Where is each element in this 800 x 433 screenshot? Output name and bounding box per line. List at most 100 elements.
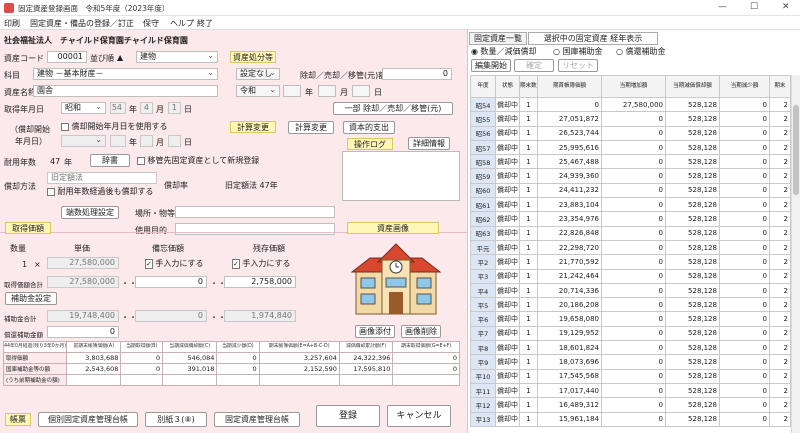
edit-start-button[interactable]: 編集開始 xyxy=(471,59,511,72)
residual-price-field[interactable]: 2,758,000 xyxy=(224,276,296,288)
disposal-era-select[interactable]: 令和 xyxy=(236,85,280,97)
depstart-month-field[interactable] xyxy=(140,135,153,147)
table-row[interactable]: 昭57 償却中 1 25,995,616 0 528,128 0 2 xyxy=(470,139,791,156)
confirm-button[interactable]: 確定 xyxy=(514,59,554,72)
tab-yearly-view[interactable]: 選択中の固定資産 経年表示 xyxy=(528,32,658,45)
capital-expenditure-button[interactable]: 資本的支出 xyxy=(343,121,395,134)
subsidy-residual-field[interactable]: 1,974,840 xyxy=(224,310,296,322)
subsidy-setting-button[interactable]: 補助金設定 xyxy=(5,292,57,305)
table-row[interactable]: 平12 償却中 1 16,489,312 0 528,128 0 2 xyxy=(470,397,791,413)
individual-ledger-button[interactable]: 個別固定資産管理台帳 xyxy=(38,412,138,427)
table-row[interactable]: 平元 償却中 1 22,298,720 0 528,128 0 2 xyxy=(470,239,791,256)
unit-price-field[interactable]: 27,580,000 xyxy=(47,257,119,269)
menu-maintenance[interactable]: 保守 xyxy=(143,18,159,29)
table-cell: 償却中 xyxy=(495,325,520,342)
total-price-field[interactable]: 27,580,000 xyxy=(47,276,119,288)
table-row[interactable]: 昭54 償却中 1 0 27,580,000 528,128 0 2 xyxy=(470,96,791,113)
table-row[interactable]: 平4 償却中 1 20,714,336 0 528,128 0 2 xyxy=(470,282,791,299)
table-row[interactable]: 昭56 償却中 1 26,523,744 0 528,128 0 2 xyxy=(470,125,791,141)
over-life-checkbox[interactable]: 耐用年数経過後も償却する xyxy=(47,186,154,197)
table-row[interactable]: 平3 償却中 1 21,242,464 0 528,128 0 2 xyxy=(470,268,791,284)
table-row[interactable]: 平10 償却中 1 17,545,568 0 528,128 0 2 xyxy=(470,368,791,384)
table-cell: 528,128 xyxy=(665,182,720,199)
radio-reserve[interactable]: ○ 償還補助金 xyxy=(616,46,666,57)
subsidy-total-field[interactable]: 19,748,400 xyxy=(47,310,119,322)
radio-depreciation[interactable]: ◉ 数量／減価償却 xyxy=(471,46,537,57)
detail-info-button[interactable]: 詳細情報 xyxy=(408,137,450,150)
subsidy-memo-field[interactable]: 0 xyxy=(135,310,207,322)
table-cell: 23,883,104 xyxy=(537,197,602,213)
asset-ledger-button[interactable]: 固定資産管理台帳 xyxy=(214,412,300,427)
vertical-scrollbar[interactable] xyxy=(791,75,800,433)
transfer-checkbox[interactable]: 移管先固定資産として新規登録 xyxy=(137,155,259,166)
table-row[interactable]: 平11 償却中 1 17,017,440 0 528,128 0 2 xyxy=(470,382,791,399)
depstart-day-field[interactable] xyxy=(168,135,181,147)
image-delete-button[interactable]: 画像削除 xyxy=(401,325,441,338)
cancel-button[interactable]: キャンセル xyxy=(387,405,451,427)
dictionary-button[interactable]: 辞書 xyxy=(90,154,130,167)
depstart-year-field[interactable] xyxy=(110,135,126,147)
sort-label: 並び順 xyxy=(90,54,114,63)
table-row[interactable]: 昭59 償却中 1 24,939,360 0 528,128 0 2 xyxy=(470,168,791,184)
memo-manual-checkbox[interactable]: ✓ 手入力にする xyxy=(145,258,204,269)
acquire-era-select[interactable]: 昭和 xyxy=(61,102,106,114)
menu-print[interactable]: 印刷 xyxy=(4,18,20,29)
subject-select[interactable]: 建物 －基本財産－ xyxy=(33,68,218,80)
method-field[interactable]: 旧定額法 xyxy=(47,172,157,184)
maximize-button[interactable]: ☐ xyxy=(750,2,758,12)
fraction-setting-button[interactable]: 端数処理設定 xyxy=(61,206,119,219)
reserve-field[interactable]: 0 xyxy=(47,326,119,338)
radio-depreciation-label: 数量／減価償却 xyxy=(480,47,537,56)
category-select[interactable]: 建物 xyxy=(136,51,218,63)
residual-manual-checkbox[interactable]: ✓ 手入力にする xyxy=(232,258,291,269)
disposal-kind-select[interactable]: 設定なし xyxy=(236,68,280,80)
minimize-button[interactable]: — xyxy=(718,2,727,12)
depstart-check-label: 償却開始年月日を使用する xyxy=(71,122,168,131)
acquire-day-field[interactable]: 1 xyxy=(168,102,181,114)
register-button[interactable]: 登録 xyxy=(316,405,380,427)
disposal-day-field[interactable] xyxy=(352,85,370,97)
table-row[interactable]: 昭61 償却中 1 23,883,104 0 528,128 0 2 xyxy=(470,197,791,213)
table-cell: 0 xyxy=(601,325,666,342)
attachment-button[interactable]: 別紙３(⑧) xyxy=(145,412,207,427)
disposal-month-field[interactable] xyxy=(318,85,336,97)
partial-disposal-button[interactable]: 一部 除却／売却／移管(元) xyxy=(333,102,453,115)
reset-button[interactable]: リセット xyxy=(558,59,598,72)
acquire-month-field[interactable]: 4 xyxy=(140,102,153,114)
disposal-amount-field[interactable]: 0 xyxy=(382,68,452,80)
transfer-check-label: 移管先固定資産として新規登録 xyxy=(147,156,260,165)
menu-exit[interactable]: 終了 xyxy=(197,18,213,29)
tab-asset-list[interactable]: 固定資産一覧 xyxy=(469,32,527,45)
acquire-year-field[interactable]: 54 xyxy=(110,102,126,114)
asset-name-field[interactable]: 園舎 xyxy=(33,85,218,97)
memo-price-field[interactable]: 0 xyxy=(135,276,207,288)
menu-help[interactable]: ヘルプ xyxy=(170,18,194,29)
table-cell: 償却中 xyxy=(495,297,520,313)
image-attach-button[interactable]: 画像添付 xyxy=(355,325,395,338)
table-cell: 15,961,184 xyxy=(537,411,602,427)
table-row[interactable]: 平5 償却中 1 20,186,208 0 528,128 0 2 xyxy=(470,297,791,313)
place-field[interactable] xyxy=(175,206,335,218)
depstart-era-select[interactable] xyxy=(61,135,106,147)
table-row[interactable]: 昭62 償却中 1 23,354,976 0 528,128 0 2 xyxy=(470,211,791,227)
table-row[interactable]: 平7 償却中 1 19,129,952 0 528,128 0 2 xyxy=(470,325,791,342)
table-cell: 償却中 xyxy=(495,268,520,284)
table-row[interactable]: 昭58 償却中 1 25,467,488 0 528,128 0 2 xyxy=(470,154,791,170)
disposal-year-field[interactable] xyxy=(283,85,301,97)
purpose-field[interactable] xyxy=(175,223,335,235)
table-row[interactable]: 昭55 償却中 1 27,051,872 0 528,128 0 2 xyxy=(470,111,791,127)
table-row[interactable]: 平13 償却中 1 15,961,184 0 528,128 0 2 xyxy=(470,411,791,427)
table-row[interactable]: 平2 償却中 1 21,770,592 0 528,128 0 2 xyxy=(470,254,791,270)
table-row[interactable]: 平8 償却中 1 18,601,824 0 528,128 0 2 xyxy=(470,340,791,356)
menu-register[interactable]: 固定資産・備品の登録／訂正 xyxy=(30,18,134,29)
scrollbar-thumb[interactable] xyxy=(793,105,799,195)
close-button[interactable]: ✕ xyxy=(782,2,790,12)
table-row[interactable]: 平9 償却中 1 18,073,696 0 528,128 0 2 xyxy=(470,354,791,370)
table-row[interactable]: 昭63 償却中 1 22,826,848 0 528,128 0 2 xyxy=(470,225,791,241)
depstart-checkbox[interactable]: 償却開始年月日を使用する xyxy=(61,121,168,132)
radio-subsidy[interactable]: ○ 国庫補助金 xyxy=(553,46,603,57)
table-row[interactable]: 昭60 償却中 1 24,411,232 0 528,128 0 2 xyxy=(470,182,791,199)
calc-change-button[interactable]: 計算変更 xyxy=(288,121,334,134)
table-row[interactable]: 平6 償却中 1 19,658,080 0 528,128 0 2 xyxy=(470,311,791,327)
asset-code-field[interactable]: 00001 xyxy=(47,51,87,63)
